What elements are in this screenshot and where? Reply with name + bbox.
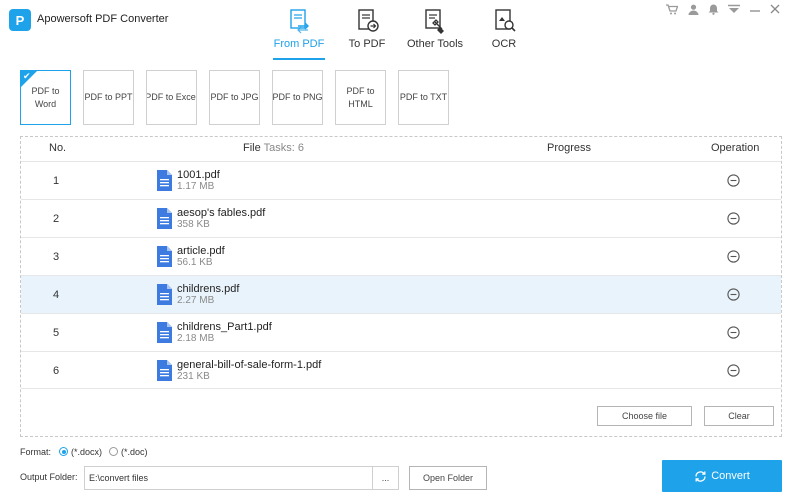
row-number: 4 — [53, 289, 60, 301]
row-number: 6 — [53, 365, 60, 377]
header-file-label: File — [243, 142, 261, 154]
format-docx-radio[interactable] — [59, 447, 68, 456]
document-icon — [157, 170, 172, 191]
output-folder-label: Output Folder: — [20, 472, 78, 482]
tab-label: Other Tools — [406, 38, 464, 50]
subtab-label: PDF to HTML — [346, 85, 375, 109]
to-pdf-icon — [358, 9, 379, 32]
file-name: childrens_Part1.pdf — [177, 321, 272, 333]
header-no: No. — [49, 142, 67, 154]
tab-label: From PDF — [273, 38, 325, 50]
subtab-pdf-to-excel[interactable]: PDF to Excel — [146, 70, 197, 125]
format-docx-label: (*.docx) — [71, 447, 103, 457]
from-pdf-icon — [290, 9, 309, 34]
tab-ocr[interactable]: OCR — [488, 0, 520, 62]
document-icon — [157, 208, 172, 229]
subtab-pdf-to-jpg[interactable]: PDF to JPG — [209, 70, 260, 125]
file-size: 358 KB — [177, 219, 210, 230]
subtab-label: PDF to TXT — [399, 92, 448, 102]
open-folder-button[interactable]: Open Folder — [409, 466, 487, 490]
bell-icon[interactable] — [705, 2, 721, 16]
document-icon — [157, 360, 172, 381]
table-row[interactable]: 3 article.pdf 56.1 KB — [21, 237, 781, 275]
file-name: aesop's fables.pdf — [177, 207, 266, 219]
header-file: File Tasks: 6 — [243, 142, 304, 154]
browse-button[interactable]: ... — [372, 466, 399, 490]
format-doc-radio[interactable] — [109, 447, 118, 456]
choose-file-button[interactable]: Choose file — [597, 406, 692, 426]
table-row[interactable]: 2 aesop's fables.pdf 358 KB — [21, 199, 781, 237]
header-operation: Operation — [711, 142, 760, 154]
row-number: 3 — [53, 251, 60, 263]
check-icon: ✔ — [23, 71, 31, 81]
ocr-icon — [495, 9, 516, 32]
remove-file-icon[interactable] — [727, 250, 740, 263]
refresh-icon — [695, 470, 706, 482]
subtab-pdf-to-html[interactable]: PDF to HTML — [335, 70, 386, 125]
file-size: 2.27 MB — [177, 295, 215, 306]
file-size: 231 KB — [177, 371, 210, 382]
remove-file-icon[interactable] — [727, 288, 740, 301]
output-folder-input[interactable] — [84, 466, 373, 490]
convert-label: Convert — [711, 470, 750, 482]
remove-file-icon[interactable] — [727, 212, 740, 225]
row-number: 1 — [53, 175, 60, 187]
file-name: article.pdf — [177, 245, 225, 257]
cart-icon[interactable] — [664, 2, 680, 16]
subtab-pdf-to-png[interactable]: PDF to PNG — [272, 70, 323, 125]
subtab-pdf-to-word[interactable]: ✔ PDF to Word — [20, 70, 71, 125]
tab-label: To PDF — [348, 38, 386, 50]
format-label: Format: — [20, 447, 52, 457]
close-icon[interactable] — [767, 2, 783, 16]
format-doc-label: (*.doc) — [121, 447, 148, 457]
table-row[interactable]: 1 1001.pdf 1.17 MB — [21, 161, 781, 199]
remove-file-icon[interactable] — [727, 364, 740, 377]
file-name: 1001.pdf — [177, 169, 220, 181]
tab-to-pdf[interactable]: To PDF — [345, 0, 389, 62]
remove-file-icon[interactable] — [727, 174, 740, 187]
subtab-label: PDF to Word — [31, 85, 60, 109]
file-size: 1.17 MB — [177, 181, 215, 192]
row-number: 2 — [53, 213, 60, 225]
user-icon[interactable] — [685, 2, 701, 16]
subtab-label: PDF to PNG — [272, 92, 323, 102]
file-name: childrens.pdf — [177, 283, 240, 295]
tools-icon — [425, 9, 444, 34]
table-row[interactable]: 4 childrens.pdf 2.27 MB — [21, 275, 781, 313]
subtab-label: PDF to Excel — [146, 92, 197, 102]
tab-label: OCR — [491, 38, 517, 50]
file-size: 2.18 MB — [177, 333, 215, 344]
tab-from-pdf[interactable]: From PDF — [273, 0, 325, 62]
app-logo: P — [9, 9, 31, 31]
subtab-pdf-to-txt[interactable]: PDF to TXT — [398, 70, 449, 125]
tab-other-tools[interactable]: Other Tools — [406, 0, 464, 62]
file-name: general-bill-of-sale-form-1.pdf — [177, 359, 322, 371]
row-number: 5 — [53, 327, 60, 339]
table-row[interactable]: 6 general-bill-of-sale-form-1.pdf 231 KB — [21, 351, 781, 389]
task-count: Tasks: 6 — [263, 142, 304, 154]
app-title: Apowersoft PDF Converter — [37, 13, 169, 25]
clear-button[interactable]: Clear — [704, 406, 774, 426]
minimize-icon[interactable] — [747, 2, 763, 16]
document-icon — [157, 246, 172, 267]
document-icon — [157, 322, 172, 343]
header-progress: Progress — [547, 142, 592, 154]
document-icon — [157, 284, 172, 305]
title-bar: P Apowersoft PDF Converter From PDF To P… — [0, 0, 800, 62]
remove-file-icon[interactable] — [727, 326, 740, 339]
subtab-pdf-to-ppt[interactable]: PDF to PPT — [83, 70, 134, 125]
subtab-label: PDF to PPT — [84, 92, 133, 102]
table-row[interactable]: 5 childrens_Part1.pdf 2.18 MB — [21, 313, 781, 351]
file-size: 56.1 KB — [177, 257, 213, 268]
subtab-label: PDF to JPG — [210, 92, 259, 102]
convert-button[interactable]: Convert — [662, 460, 782, 492]
menu-icon[interactable] — [726, 2, 742, 16]
